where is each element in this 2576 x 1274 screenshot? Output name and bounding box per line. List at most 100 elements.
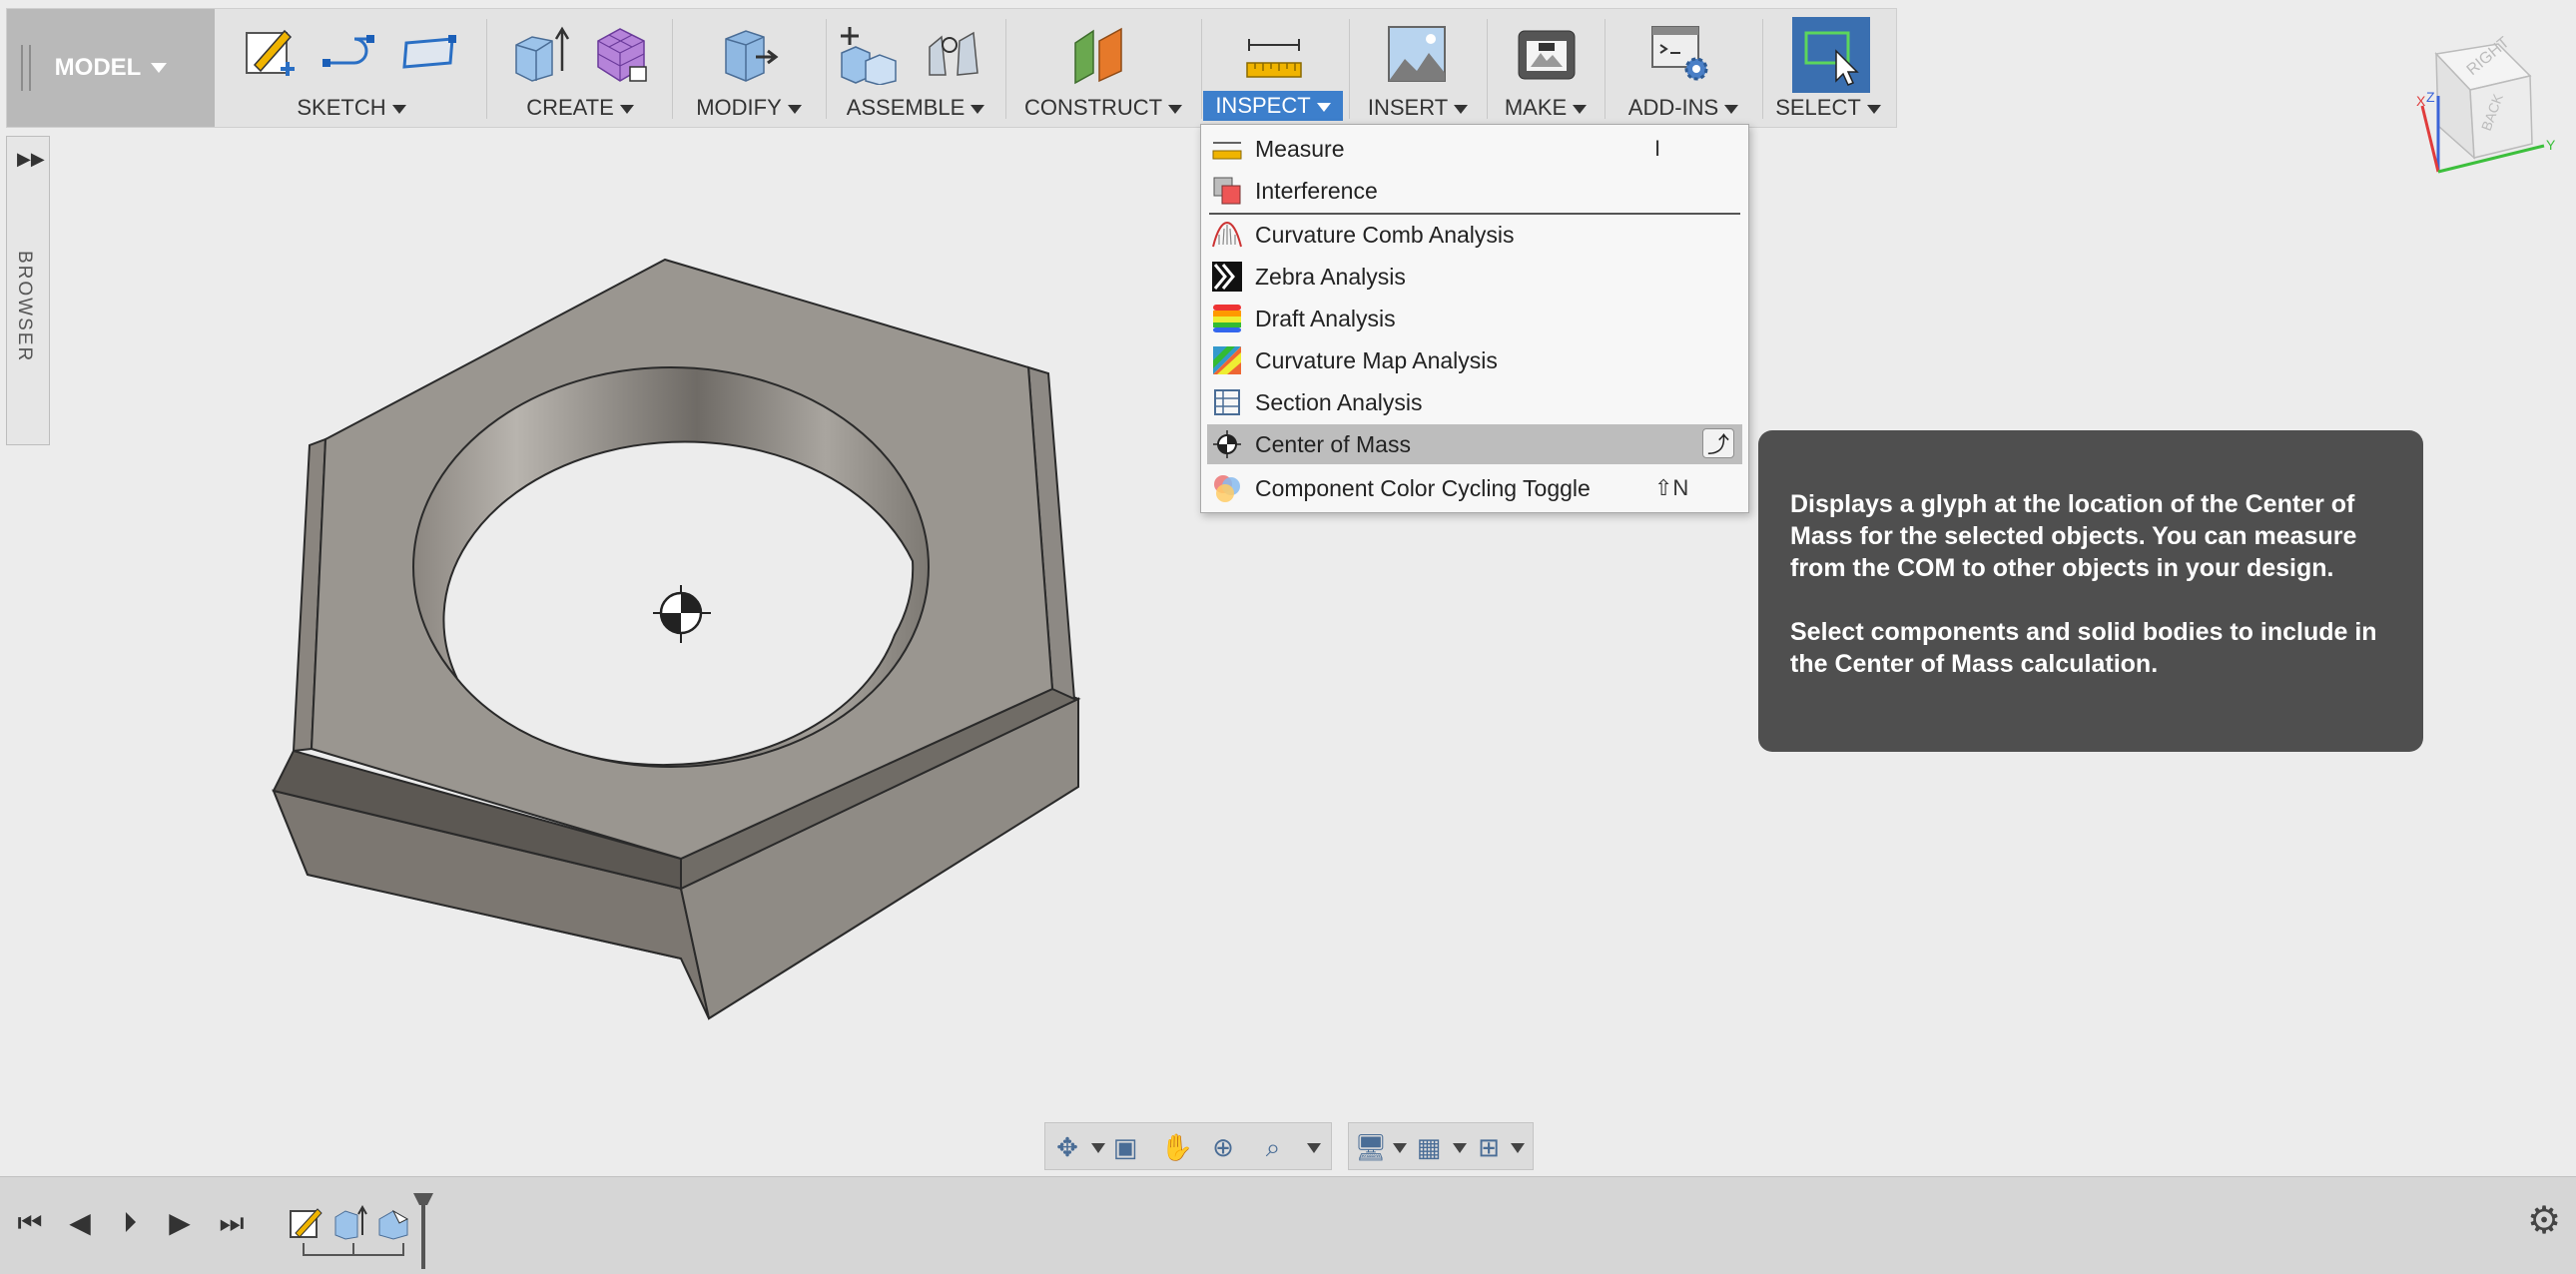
z-axis-label: Z [2426,89,2435,105]
step-back-icon[interactable]: ◀ [60,1203,100,1243]
menu-item-interference[interactable]: Interference [1207,171,1742,211]
extrude-icon[interactable] [510,23,570,85]
toolbar-group-modify[interactable]: MODIFY [674,9,824,127]
draft-analysis-icon [1213,305,1241,332]
scripts-addins-icon[interactable] [1650,23,1710,85]
toolbar-group-select[interactable]: SELECT [1764,9,1892,127]
center-of-mass-tooltip: Displays a glyph at the location of the … [1758,430,2423,752]
chevron-down-icon [1866,104,1881,114]
toolbar-group-assemble[interactable]: ASSEMBLE [828,9,1003,127]
toolbar-divider [486,19,487,119]
joint-icon[interactable] [924,23,983,85]
menu-item-label: Draft Analysis [1255,305,1396,331]
chevron-down-icon [391,104,406,114]
press-pull-icon[interactable] [720,23,780,85]
timeline-extrude-icon[interactable] [331,1205,367,1241]
menu-item-shortcut: I [1654,136,1661,161]
fit-icon[interactable]: ⌕ [1255,1131,1291,1163]
toolbar-group-label: SKETCH [221,95,482,121]
toolbar-group-insert[interactable]: INSERT [1351,9,1485,127]
toolbar-group-add-ins[interactable]: ADD-INS [1607,9,1760,127]
insert-label: INSERT [1367,95,1449,120]
menu-item-center-of-mass[interactable]: Center of Mass ⤴ [1207,424,1742,464]
display-settings-icon[interactable]: 🖥 [1353,1131,1389,1163]
toolbar-group-create[interactable]: CREATE [490,9,670,127]
fusion-app-window: MODEL SKETCH CREATE MODIFY ASSEMBLE CONS… [0,0,2576,1274]
toolbar-group-label: CREATE [490,95,670,121]
browser-panel-tab[interactable]: ▶▶ BROWSER [6,136,50,445]
insert-image-icon[interactable] [1387,23,1447,85]
timeline-settings-gear-icon[interactable]: ⚙ [2522,1199,2566,1243]
menu-item-label: Curvature Comb Analysis [1255,221,1515,248]
toolbar-group-label: MODIFY [674,95,824,121]
rectangle-icon[interactable] [398,23,458,85]
grid-options-icon[interactable] [1453,1143,1467,1153]
play-icon[interactable]: ⏵ [110,1203,150,1243]
menu-item-zebra-analysis[interactable]: Zebra Analysis [1207,257,1742,297]
grid-snaps-icon[interactable]: ▦ [1411,1131,1447,1163]
display-tools-group: 🖥 ▦ ⊞ [1348,1122,1534,1170]
timeline-marker-icon[interactable] [411,1191,435,1271]
menu-item-measure[interactable]: Measure I [1207,129,1742,169]
3d-print-icon[interactable] [1517,23,1577,85]
add-ins-label: ADD-INS [1627,95,1719,120]
zoom-options-icon[interactable] [1307,1143,1321,1153]
sketch-label: SKETCH [297,95,386,120]
toolbar-group-make[interactable]: MAKE [1489,9,1603,127]
toolbar-divider [1349,19,1350,119]
toolbar-divider [672,19,673,119]
go-to-end-icon[interactable]: ⏭ [212,1203,252,1243]
toolbar-group-label: ADD-INS [1607,95,1760,121]
toolbar-group-label: ASSEMBLE [828,95,1003,121]
line-icon[interactable] [321,23,380,85]
expand-browser-icon[interactable]: ▶▶ [17,149,45,170]
tooltip-description: Displays a glyph at the location of the … [1790,490,2357,582]
toolbar-grip-icon[interactable] [21,45,31,91]
x-axis [2420,105,2440,173]
form-icon[interactable] [590,23,650,85]
toolbar: MODEL SKETCH CREATE MODIFY ASSEMBLE CONS… [6,8,1897,128]
measure-icon[interactable] [1243,23,1303,85]
toolbar-divider [1762,19,1763,119]
workspace-mode-button[interactable]: MODEL [7,9,215,127]
center-of-mass-icon [1213,430,1241,458]
look-at-icon[interactable]: ▣ [1107,1131,1143,1163]
inspect-label: INSPECT [1215,93,1311,118]
toolbar-group-inspect[interactable]: INSPECT [1199,9,1347,127]
menu-item-draft-analysis[interactable]: Draft Analysis [1207,299,1742,338]
menu-item-curvature-comb-analysis[interactable]: Curvature Comb Analysis [1207,215,1742,255]
timeline-bar: ⏮ ◀ ⏵ ▶ ⏭ ⚙ [0,1176,2576,1274]
toolbar-group-construct[interactable]: CONSTRUCT [1007,9,1199,127]
menu-item-label: Measure [1255,135,1345,162]
browser-label: BROWSER [14,251,35,363]
go-to-start-icon[interactable]: ⏮ [10,1203,50,1243]
offset-plane-icon[interactable] [1069,23,1129,85]
viewcube[interactable]: RIGHT BACK X Y Z [2412,36,2562,186]
menu-item-curvature-map-analysis[interactable]: Curvature Map Analysis [1207,340,1742,380]
timeline-chamfer-icon[interactable] [375,1205,411,1241]
make-label: MAKE [1504,95,1568,120]
viewports-icon[interactable]: ⊞ [1471,1131,1507,1163]
pin-to-toolbar-icon[interactable]: ⤴ [1702,428,1734,458]
orbit-options-icon[interactable] [1091,1143,1105,1153]
window-select-icon[interactable] [1800,25,1860,87]
menu-item-component-color-cycling-toggle[interactable]: Component Color Cycling Toggle ⇧N [1207,468,1742,508]
display-settings-options-icon[interactable] [1393,1143,1407,1153]
menu-item-section-analysis[interactable]: Section Analysis [1207,382,1742,422]
menu-item-label: Section Analysis [1255,388,1423,415]
pan-icon[interactable]: ✋ [1159,1131,1195,1163]
chevron-down-icon [619,104,634,114]
new-component-icon[interactable] [838,23,898,85]
zoom-icon[interactable]: ⊕ [1205,1131,1241,1163]
step-forward-icon[interactable]: ▶ [160,1203,200,1243]
menu-item-label: Interference [1255,177,1378,204]
create-sketch-icon[interactable] [241,23,301,85]
orbit-icon[interactable]: ✥ [1049,1131,1085,1163]
chevron-down-icon [151,63,168,73]
toolbar-group-sketch[interactable]: SKETCH [221,9,482,127]
construct-label: CONSTRUCT [1023,95,1163,120]
timeline-sketch-icon[interactable] [288,1205,323,1241]
hex-nut-model[interactable] [250,240,1108,1038]
menu-item-label: Component Color Cycling Toggle [1255,474,1591,501]
viewports-options-icon[interactable] [1511,1143,1525,1153]
